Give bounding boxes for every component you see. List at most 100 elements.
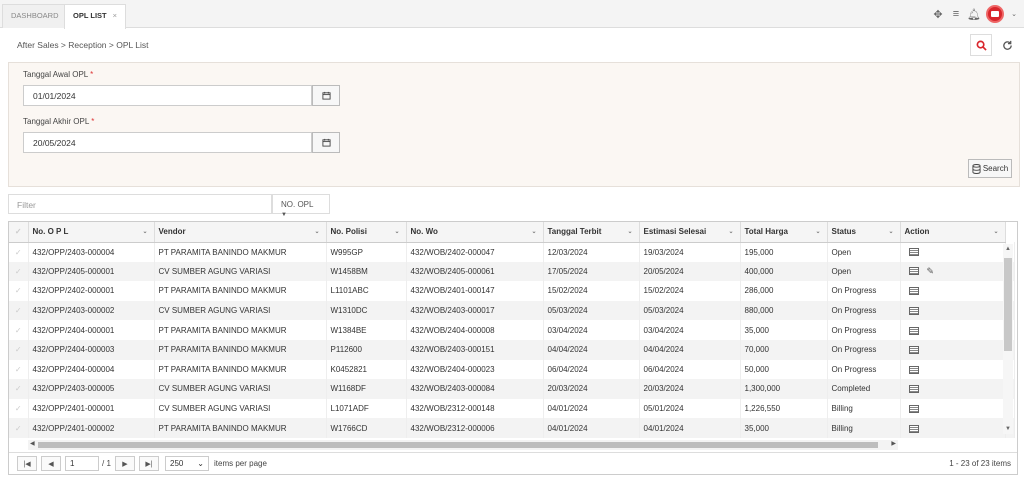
table-cell: W1384BE	[326, 320, 407, 340]
search-button[interactable]: Search	[968, 159, 1012, 178]
table-cell: 05/03/2024	[543, 300, 640, 321]
tab-dashboard[interactable]: DASHBOARD	[2, 4, 68, 28]
table-cell: PT PARAMITA BANINDO MAKMUR	[154, 359, 327, 380]
table-row[interactable]: ✓ 432/OPP/2402-000001 PT PARAMITA BANINDO …	[9, 281, 1015, 301]
chevron-down-icon[interactable]: ⌄	[627, 228, 632, 235]
table-row[interactable]: ✓ 432/OPP/2403-000004 PT PARAMITA BANINDO …	[9, 242, 1015, 262]
chevron-down-icon[interactable]: ⌄	[815, 228, 820, 235]
table-cell: 432/OPP/2404-000003	[28, 339, 155, 360]
table-cell: 20/03/2024	[543, 379, 640, 399]
chevron-down-icon[interactable]: ⌄	[142, 228, 147, 235]
row-checkbox[interactable]: ✓	[9, 418, 29, 438]
table-row[interactable]: ✓ 432/OPP/2401-000002 PT PARAMITA BANINDO …	[9, 418, 1015, 438]
table-cell: On Progress	[827, 320, 901, 340]
row-checkbox[interactable]: ✓	[9, 281, 29, 301]
table-row[interactable]: ✓ 432/OPP/2404-000001 PT PARAMITA BANINDO …	[9, 320, 1015, 340]
chevron-down-icon[interactable]: ⌄	[888, 228, 893, 235]
prev-page-button[interactable]: ◀	[41, 456, 61, 471]
col-header-total-harga[interactable]: Total Harga ⌄	[740, 222, 828, 243]
col-header-vendor[interactable]: Vendor ⌄	[154, 222, 327, 243]
col-header-no-opl[interactable]: No. O P L ⌄	[28, 222, 155, 243]
row-checkbox[interactable]: ✓	[9, 320, 29, 340]
table-cell: 432/WOB/2402-000047	[406, 242, 544, 262]
row-checkbox[interactable]: ✓	[9, 261, 29, 282]
chevron-down-icon[interactable]: ⌄	[394, 228, 399, 235]
col-header-estimasi-selesai[interactable]: Estimasi Selesai ⌄	[639, 222, 741, 243]
required-mark: *	[91, 117, 95, 126]
table-row[interactable]: ✓ 432/OPP/2405-000001 CV SUMBER AGUNG VARI…	[9, 261, 1015, 282]
row-checkbox[interactable]: ✓	[9, 339, 29, 360]
horizontal-scrollbar[interactable]: ◀ ▶	[28, 440, 898, 450]
close-icon[interactable]: ×	[113, 11, 117, 20]
scroll-thumb[interactable]	[38, 442, 878, 448]
menu-icon[interactable]: ≡	[950, 8, 962, 20]
grid-filter-input[interactable]: Filter	[8, 194, 272, 214]
detail-list-icon[interactable]	[908, 306, 919, 315]
chevron-down-icon[interactable]: ⌄	[1010, 8, 1018, 20]
table-cell: W1458BM	[326, 261, 407, 282]
last-page-button[interactable]: ▶|	[139, 456, 159, 471]
fullscreen-icon[interactable]: ✥	[932, 8, 944, 21]
col-header-action[interactable]: Action ⌄	[900, 222, 1006, 243]
table-row[interactable]: ✓ 432/OPP/2404-000004 PT PARAMITA BANINDO …	[9, 359, 1015, 380]
detail-list-icon[interactable]	[908, 287, 919, 296]
detail-list-icon[interactable]	[908, 346, 919, 355]
scroll-up-icon[interactable]: ▲	[1003, 246, 1013, 252]
edit-pencil-icon[interactable]: ✎	[927, 266, 935, 277]
detail-list-icon[interactable]	[908, 267, 919, 276]
vertical-scrollbar[interactable]: ▲ ▼	[1003, 244, 1013, 434]
refresh-icon	[1002, 40, 1012, 50]
row-checkbox[interactable]: ✓	[9, 359, 29, 380]
table-cell: CV SUMBER AGUNG VARIASI	[154, 261, 327, 282]
detail-list-icon[interactable]	[908, 385, 919, 394]
end-date-calendar-button[interactable]	[312, 132, 340, 153]
end-date-input[interactable]: 20/05/2024	[23, 132, 312, 153]
search-panel: Tanggal Awal OPL * 01/01/2024 Tanggal Ak…	[8, 62, 1020, 187]
avatar[interactable]	[986, 5, 1004, 23]
row-checkbox[interactable]: ✓	[9, 242, 29, 262]
page-size-select[interactable]: 250 ⌄	[165, 456, 209, 471]
row-checkbox[interactable]: ✓	[9, 300, 29, 321]
table-cell: Open	[827, 242, 901, 262]
refresh-button[interactable]	[996, 34, 1018, 56]
page-input[interactable]: 1	[65, 456, 99, 471]
search-button-label: Search	[982, 164, 1009, 173]
col-header-no-polisi[interactable]: No. Polisi ⌄	[326, 222, 407, 243]
scroll-left-icon[interactable]: ◀	[30, 440, 35, 447]
row-checkbox[interactable]: ✓	[9, 398, 29, 419]
chevron-down-icon[interactable]: ⌄	[993, 228, 998, 235]
tab-opl-list[interactable]: OPL LIST ×	[64, 4, 127, 29]
start-date-calendar-button[interactable]	[312, 85, 340, 106]
col-header-no-wo[interactable]: No. Wo ⌄	[406, 222, 544, 243]
bell-icon[interactable]: 🔔︎	[967, 8, 981, 21]
select-all-checkbox[interactable]: ✓	[9, 222, 29, 243]
start-date-input[interactable]: 01/01/2024	[23, 85, 312, 106]
table-cell: 35,000	[740, 320, 828, 340]
table-row[interactable]: ✓ 432/OPP/2403-000002 CV SUMBER AGUNG VARI…	[9, 300, 1015, 321]
chevron-down-icon[interactable]: ⌄	[314, 228, 319, 235]
table-row[interactable]: ✓ 432/OPP/2403-000005 CV SUMBER AGUNG VARI…	[9, 379, 1015, 399]
detail-list-icon[interactable]	[908, 326, 919, 335]
table-cell: 05/01/2024	[639, 398, 741, 419]
row-checkbox[interactable]: ✓	[9, 379, 29, 399]
chevron-down-icon[interactable]: ⌄	[728, 228, 733, 235]
table-row[interactable]: ✓ 432/OPP/2401-000001 CV SUMBER AGUNG VARI…	[9, 398, 1015, 419]
table-cell: K0452821	[326, 359, 407, 380]
detail-list-icon[interactable]	[908, 404, 919, 413]
col-header-tanggal-terbit[interactable]: Tanggal Terbit ⌄	[543, 222, 640, 243]
detail-list-icon[interactable]	[908, 365, 919, 374]
chevron-down-icon[interactable]: ⌄	[531, 228, 536, 235]
scroll-thumb[interactable]	[1004, 258, 1012, 351]
detail-list-icon[interactable]	[908, 424, 919, 433]
next-page-button[interactable]: ▶	[115, 456, 135, 471]
first-page-button[interactable]: |◀	[17, 456, 37, 471]
scroll-down-icon[interactable]: ▼	[1003, 426, 1013, 432]
filter-column-select[interactable]: NO. OPL ▼	[272, 194, 330, 218]
search-toggle-button[interactable]	[970, 34, 992, 56]
table-row[interactable]: ✓ 432/OPP/2404-000003 PT PARAMITA BANINDO …	[9, 339, 1015, 360]
scroll-right-icon[interactable]: ▶	[891, 440, 896, 447]
breadcrumb: After Sales > Reception > OPL List	[17, 40, 149, 50]
detail-list-icon[interactable]	[908, 248, 919, 257]
table-cell: Open	[827, 261, 901, 282]
col-header-status[interactable]: Status ⌄	[827, 222, 901, 243]
